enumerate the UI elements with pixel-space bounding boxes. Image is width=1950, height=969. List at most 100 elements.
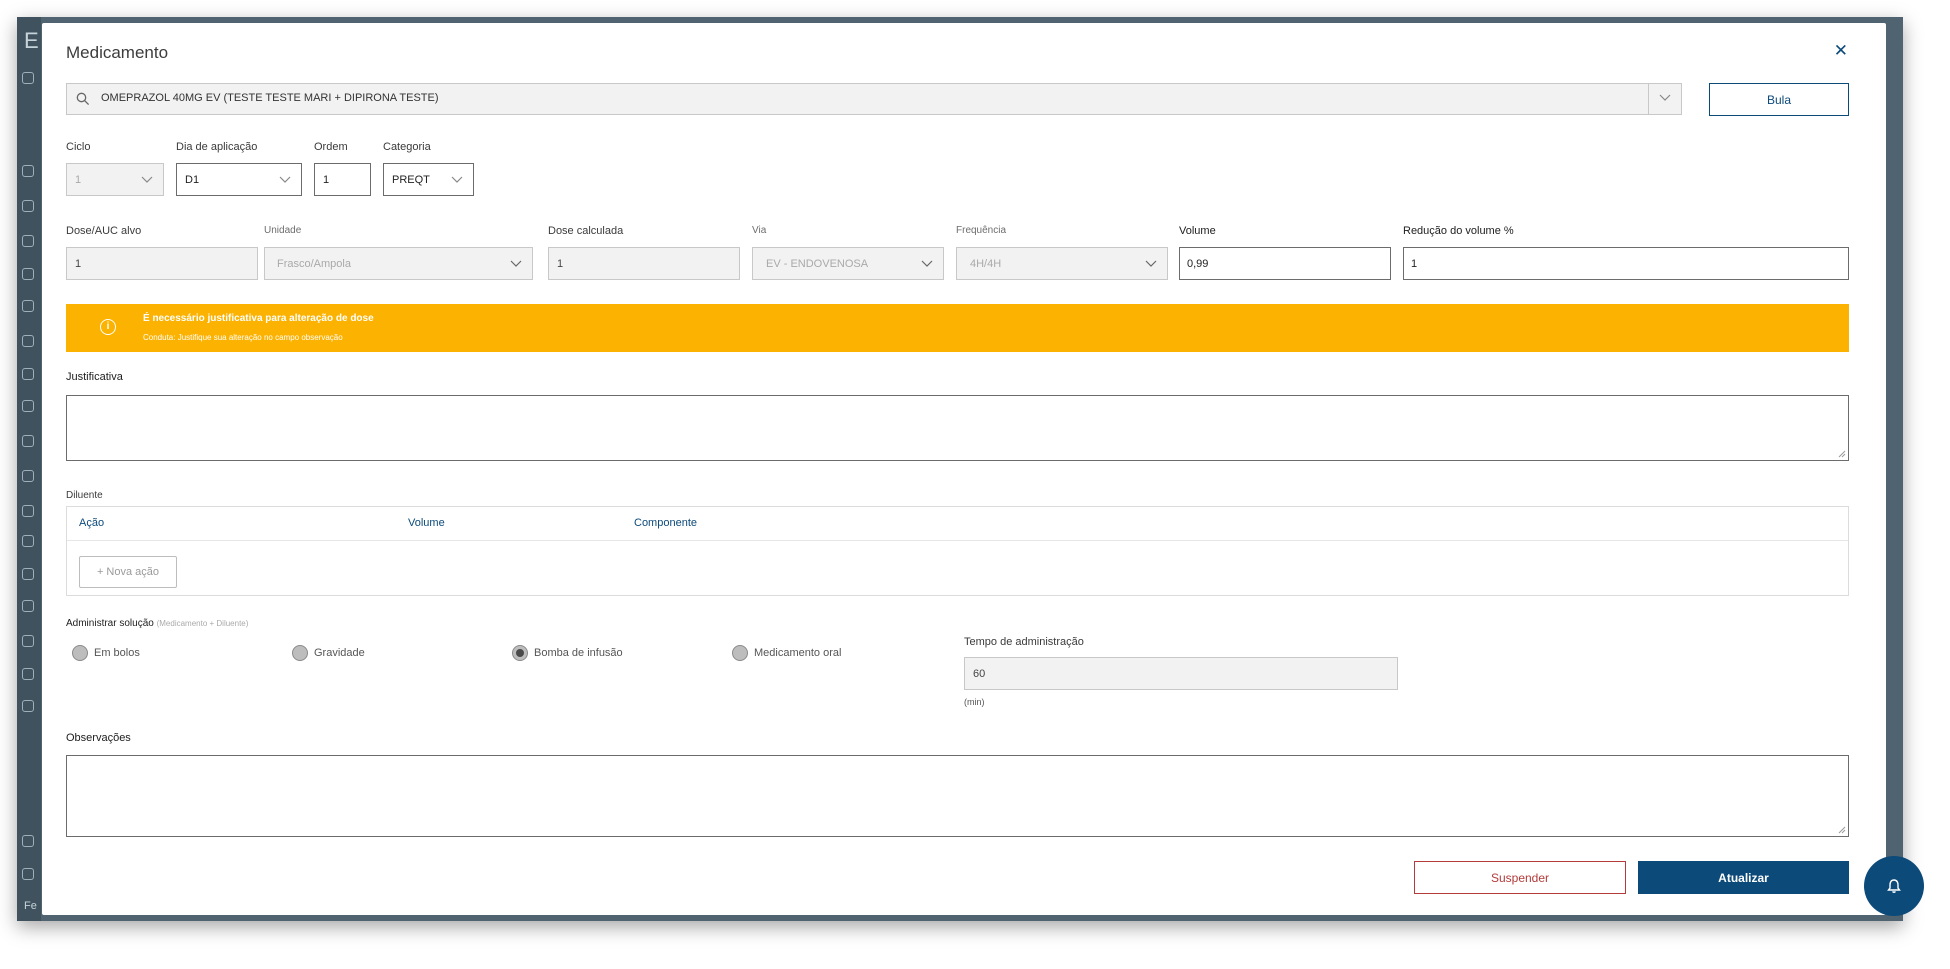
frequencia-value: 4H/4H	[970, 257, 1002, 270]
suspender-button[interactable]: Suspender	[1414, 861, 1626, 894]
resize-grip-icon[interactable]	[1838, 826, 1846, 834]
diluente-label: Diluente	[66, 490, 103, 501]
search-value: OMEPRAZOL 40MG EV (TESTE TESTE MARI + DI…	[101, 92, 439, 104]
lab-icon	[22, 635, 34, 647]
justificativa-textarea[interactable]	[66, 395, 1849, 461]
reducao-input[interactable]: 1	[1403, 247, 1849, 280]
dose-input[interactable]: 1	[66, 247, 258, 280]
unidade-select[interactable]: Frasco/Ampola	[264, 247, 533, 280]
categoria-label: Categoria	[383, 141, 431, 153]
syringe-icon	[22, 470, 34, 482]
radio-em-bolos[interactable]: Em bolos	[72, 645, 140, 661]
dose-value: 1	[75, 257, 82, 270]
ordem-value: 1	[323, 173, 330, 186]
radio-label: Bomba de infusão	[534, 647, 623, 659]
medicamento-modal: Medicamento ✕ OMEPRAZOL 40MG EV (TESTE T…	[42, 23, 1886, 915]
radio-medicamento-oral[interactable]: Medicamento oral	[732, 645, 841, 661]
volume-label: Volume	[1179, 225, 1216, 237]
justificativa-label: Justificativa	[66, 371, 123, 383]
reducao-value: 1	[1411, 257, 1418, 270]
settings-icon	[22, 700, 34, 712]
dose-calculada-label: Dose calculada	[548, 225, 624, 237]
tempo-value: 60	[973, 667, 986, 680]
ciclo-select[interactable]: 1	[66, 163, 164, 196]
search-icon	[76, 92, 90, 106]
column-acao[interactable]: Ação	[79, 517, 104, 529]
table-header: Ação Volume Componente	[67, 507, 1848, 541]
observacoes-textarea[interactable]	[66, 755, 1849, 837]
unidade-value: Frasco/Ampola	[277, 257, 351, 270]
background-sidebar	[17, 17, 41, 921]
frequencia-select[interactable]: 4H/4H	[956, 247, 1168, 280]
pencil-icon	[22, 300, 34, 312]
column-volume[interactable]: Volume	[408, 517, 445, 529]
volume-value: 0,99	[1187, 257, 1209, 270]
via-select[interactable]: EV - ENDOVENOSA	[752, 247, 944, 280]
dia-select[interactable]: D1	[176, 163, 302, 196]
dia-value: D1	[185, 173, 200, 186]
administrar-hint: (Medicamento + Diluente)	[156, 619, 249, 628]
dose-label: Dose/AUC alvo	[66, 225, 142, 237]
frequencia-label: Frequência	[956, 225, 1007, 236]
column-componente[interactable]: Componente	[634, 517, 697, 529]
ciclo-label: Ciclo	[66, 141, 91, 153]
file-icon	[22, 568, 34, 580]
unidade-label: Unidade	[264, 225, 302, 236]
radio-dot-selected	[512, 645, 528, 661]
radio-dot	[292, 645, 308, 661]
radio-label: Medicamento oral	[754, 647, 842, 659]
tempo-label: Tempo de administração	[964, 636, 1084, 648]
user-icon	[22, 72, 34, 84]
chevron-down-icon	[451, 176, 463, 183]
edit-icon	[22, 668, 34, 680]
history-icon	[22, 200, 34, 212]
atualizar-button[interactable]: Atualizar	[1638, 861, 1849, 894]
reducao-label: Redução do volume %	[1403, 225, 1514, 237]
radio-dot	[72, 645, 88, 661]
tempo-unit: (min)	[964, 697, 985, 707]
menu-icon	[22, 868, 34, 880]
list-icon	[22, 165, 34, 177]
stethoscope-icon	[22, 235, 34, 247]
chevron-down-icon	[510, 260, 522, 267]
scissors-icon	[22, 835, 34, 847]
chevron-down-icon[interactable]	[1659, 94, 1671, 102]
chevron-down-icon	[1145, 260, 1157, 267]
dia-label: Dia de aplicação	[176, 141, 258, 153]
modal-title: Medicamento	[66, 43, 169, 62]
ciclo-value: 1	[75, 173, 82, 186]
sync-icon	[22, 335, 34, 347]
pulse-icon	[22, 368, 34, 380]
notification-button[interactable]	[1864, 856, 1924, 916]
monitor-icon	[22, 435, 34, 447]
ordem-input[interactable]: 1	[314, 163, 371, 196]
ordem-label: Ordem	[314, 141, 348, 153]
link-icon	[22, 600, 34, 612]
alert-subtitle: Conduta: Justifique sua alteração no cam…	[143, 333, 343, 342]
background-app-letter: E	[24, 28, 39, 53]
bula-button[interactable]: Bula	[1709, 83, 1849, 116]
chevron-down-icon	[921, 260, 933, 267]
nova-acao-button[interactable]: + Nova ação	[79, 556, 177, 588]
clipboard-icon	[22, 535, 34, 547]
radio-dot	[732, 645, 748, 661]
resize-grip-icon[interactable]	[1838, 450, 1846, 458]
close-icon[interactable]: ✕	[1834, 41, 1848, 61]
dose-calculada-input: 1	[548, 247, 740, 280]
radio-gravidade[interactable]: Gravidade	[292, 645, 365, 661]
diluente-table: Ação Volume Componente + Nova ação	[66, 506, 1849, 596]
background-footer-label: Fe	[24, 900, 37, 912]
via-value: EV - ENDOVENOSA	[766, 257, 869, 270]
chevron-down-icon	[279, 176, 291, 183]
categoria-select[interactable]: PREQT	[383, 163, 474, 196]
categoria-value: PREQT	[392, 173, 430, 186]
radio-bomba-de-infusao[interactable]: Bomba de infusão	[512, 645, 623, 661]
volume-input[interactable]: 0,99	[1179, 247, 1391, 280]
pill-icon	[22, 505, 34, 517]
medication-search-input[interactable]: OMEPRAZOL 40MG EV (TESTE TESTE MARI + DI…	[66, 83, 1682, 115]
document-icon	[22, 400, 34, 412]
bell-icon	[1887, 879, 1901, 893]
dose-calculada-value: 1	[557, 257, 564, 270]
dose-alert: i É necessário justificativa para altera…	[66, 304, 1849, 352]
via-label: Via	[752, 225, 767, 236]
